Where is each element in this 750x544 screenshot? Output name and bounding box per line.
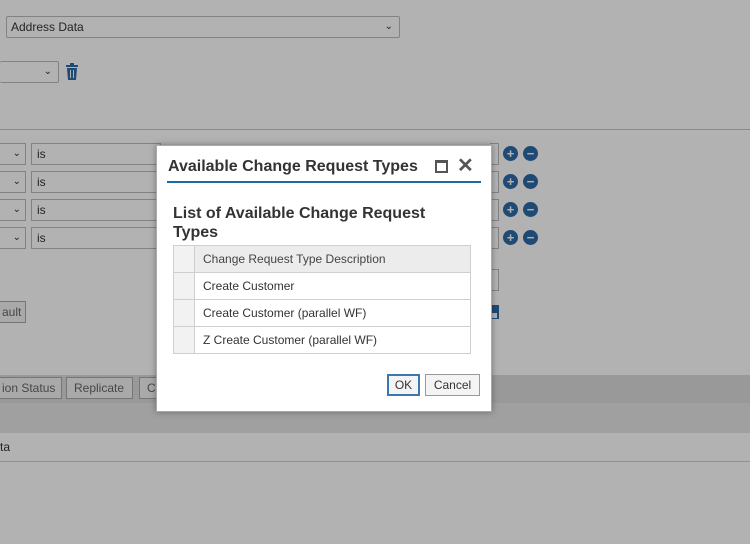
row-selector[interactable] (173, 326, 195, 354)
table-cell[interactable]: Create Customer (parallel WF) (194, 299, 471, 327)
change-request-types-table: Change Request Type Description Create C… (173, 245, 471, 354)
table-cell[interactable]: Create Customer (194, 272, 471, 300)
select-all-cell[interactable] (173, 245, 195, 273)
change-request-types-dialog: Available Change Request Types ✕ List of… (156, 145, 492, 412)
maximize-icon[interactable] (435, 160, 448, 173)
dialog-title: Available Change Request Types (168, 158, 418, 175)
dialog-subtitle: List of Available Change Request Types (173, 205, 426, 241)
row-selector[interactable] (173, 272, 195, 300)
cancel-button[interactable]: Cancel (425, 374, 480, 396)
table-row[interactable]: Z Create Customer (parallel WF) (173, 326, 471, 354)
ok-button[interactable]: OK (387, 374, 420, 396)
table-row[interactable]: Create Customer (173, 272, 471, 300)
table-header-row: Change Request Type Description (173, 245, 471, 273)
row-selector[interactable] (173, 299, 195, 327)
close-icon[interactable]: ✕ (457, 155, 474, 177)
table-cell[interactable]: Z Create Customer (parallel WF) (194, 326, 471, 354)
table-row[interactable]: Create Customer (parallel WF) (173, 299, 471, 327)
title-divider (167, 181, 481, 183)
column-header[interactable]: Change Request Type Description (194, 245, 471, 273)
